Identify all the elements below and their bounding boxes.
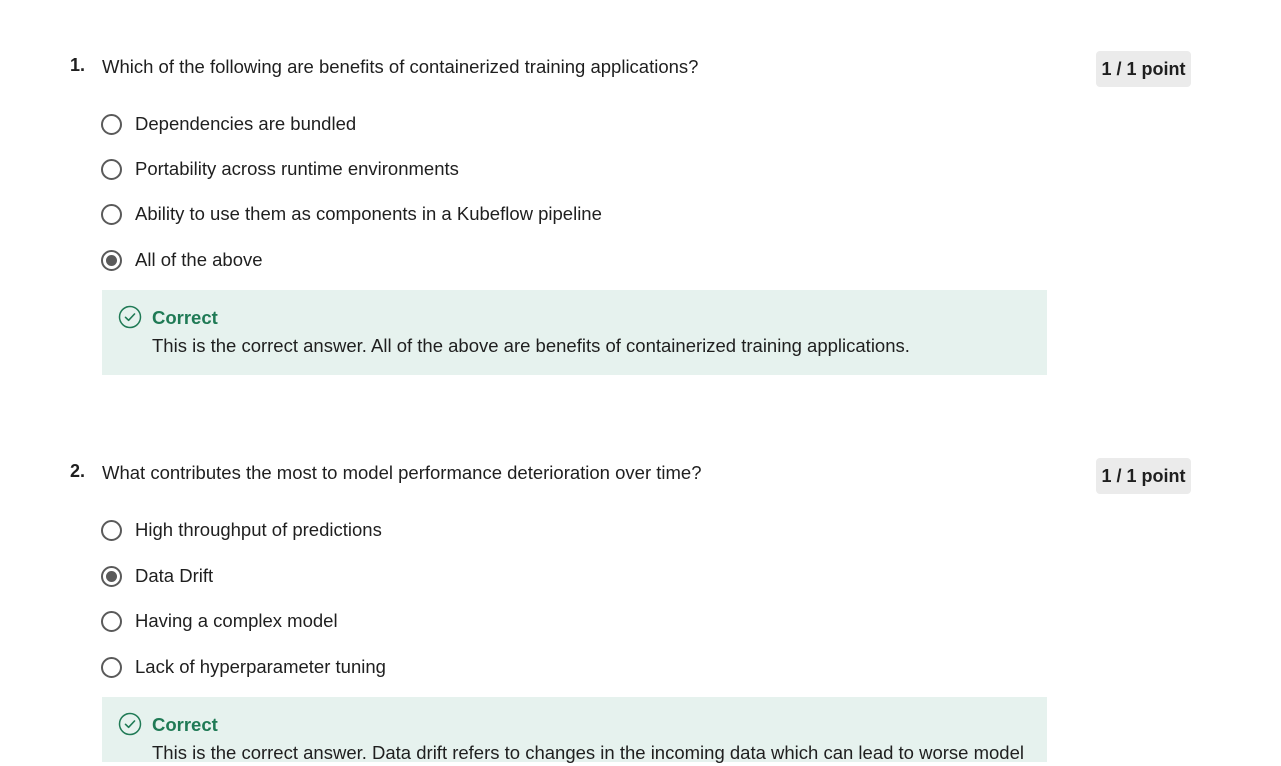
feedback-explanation: This is the correct answer. Data drift r… bbox=[152, 742, 1024, 763]
radio-unselected-icon[interactable] bbox=[101, 656, 122, 678]
option-hyperparameter-tuning[interactable]: Lack of hyperparameter tuning bbox=[101, 654, 386, 680]
option-high-throughput[interactable]: High throughput of predictions bbox=[101, 517, 382, 543]
radio-unselected-icon[interactable] bbox=[101, 610, 122, 632]
option-all-of-the-above[interactable]: All of the above bbox=[101, 247, 263, 273]
option-label: Having a complex model bbox=[135, 610, 338, 631]
option-label: Portability across runtime environments bbox=[135, 158, 459, 179]
option-label: Lack of hyperparameter tuning bbox=[135, 656, 386, 677]
radio-unselected-icon[interactable] bbox=[101, 519, 122, 541]
radio-unselected-icon[interactable] bbox=[101, 158, 122, 180]
option-label: Data Drift bbox=[135, 565, 214, 586]
feedback-status: Correct bbox=[152, 307, 218, 328]
radio-dot bbox=[106, 570, 117, 582]
radio-selected-icon[interactable] bbox=[101, 565, 122, 587]
feedback-explanation: This is the correct answer. All of the a… bbox=[152, 335, 910, 356]
question-number: 2. bbox=[70, 461, 86, 481]
option-dependencies-bundled[interactable]: Dependencies are bundled bbox=[101, 111, 356, 137]
option-complex-model[interactable]: Having a complex model bbox=[101, 608, 338, 634]
check-circle-icon bbox=[118, 305, 142, 329]
question-number: 1. bbox=[70, 55, 86, 75]
option-label: Ability to use them as components in a K… bbox=[135, 203, 602, 224]
option-data-drift[interactable]: Data Drift bbox=[101, 563, 213, 589]
question-text: What contributes the most to model perfo… bbox=[102, 462, 702, 483]
option-label: Dependencies are bundled bbox=[135, 113, 357, 134]
option-kubeflow-components[interactable]: Ability to use them as components in a K… bbox=[101, 201, 602, 227]
option-label: High throughput of predictions bbox=[135, 519, 382, 540]
radio-dot bbox=[106, 254, 117, 266]
option-label: All of the above bbox=[135, 249, 263, 270]
feedback-panel: Correct This is the correct answer. All … bbox=[102, 290, 1047, 375]
feedback-status: Correct bbox=[152, 714, 218, 735]
radio-selected-icon[interactable] bbox=[101, 249, 122, 271]
question-text: Which of the following are benefits of c… bbox=[102, 56, 699, 77]
points-badge: 1 / 1 point bbox=[1096, 458, 1191, 494]
feedback-panel: Correct This is the correct answer. Data… bbox=[102, 697, 1047, 763]
radio-unselected-icon[interactable] bbox=[101, 113, 122, 135]
check-circle-icon bbox=[118, 712, 142, 736]
option-portability[interactable]: Portability across runtime environments bbox=[101, 156, 459, 182]
radio-unselected-icon[interactable] bbox=[101, 203, 122, 225]
points-badge: 1 / 1 point bbox=[1096, 51, 1191, 87]
